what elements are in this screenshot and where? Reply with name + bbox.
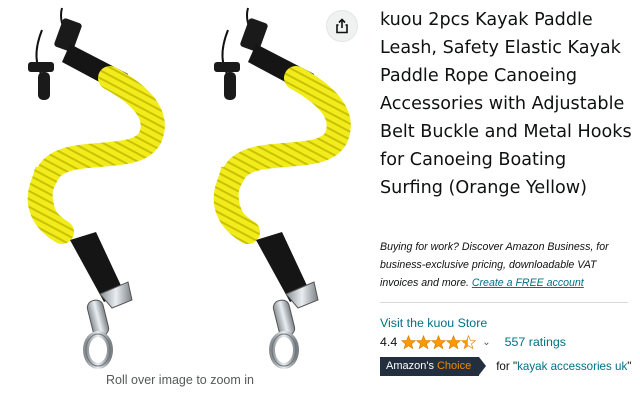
star-icon <box>401 335 417 349</box>
image-gallery: Roll over image to zoom in <box>0 0 366 396</box>
business-promo: Buying for work? Discover Amazon Busines… <box>380 238 630 292</box>
for-suffix: " <box>627 359 632 373</box>
choice-row: Amazon's Choice for "kayak accessories u… <box>380 356 631 376</box>
store-link[interactable]: Visit the kuou Store <box>380 316 487 330</box>
chevron-down-icon[interactable]: ⌄ <box>482 337 490 348</box>
badge-tail <box>479 356 487 375</box>
zoom-hint: Roll over image to zoom in <box>106 373 254 387</box>
amazons-choice-badge: Amazon's Choice <box>380 356 487 376</box>
star-icon <box>461 335 477 349</box>
share-icon <box>336 18 348 34</box>
choice-keyword-text: for "kayak accessories uk" <box>496 360 631 373</box>
share-button[interactable] <box>326 10 358 42</box>
star-icon <box>446 335 462 349</box>
for-prefix: for " <box>496 359 518 373</box>
rating-row: 4.4 ⌄ 557 ratings <box>380 333 566 351</box>
divider <box>380 302 628 303</box>
rating-value: 4.4 <box>380 335 398 349</box>
badge-choice-text: Choice <box>436 356 480 376</box>
badge-amazon-text: Amazon's <box>380 356 437 376</box>
choice-keyword-link[interactable]: kayak accessories uk <box>517 360 627 373</box>
create-account-link[interactable]: Create a FREE account <box>472 277 584 289</box>
star-rating[interactable] <box>401 335 477 349</box>
product-title: kuou 2pcs Kayak Paddle Leash, Safety Ela… <box>380 10 632 198</box>
product-image[interactable] <box>0 0 366 370</box>
rating-count[interactable]: 557 ratings <box>505 335 566 349</box>
leash-right <box>213 7 351 369</box>
star-icon <box>431 335 447 349</box>
star-icon <box>416 335 432 349</box>
leash-left <box>27 7 165 369</box>
